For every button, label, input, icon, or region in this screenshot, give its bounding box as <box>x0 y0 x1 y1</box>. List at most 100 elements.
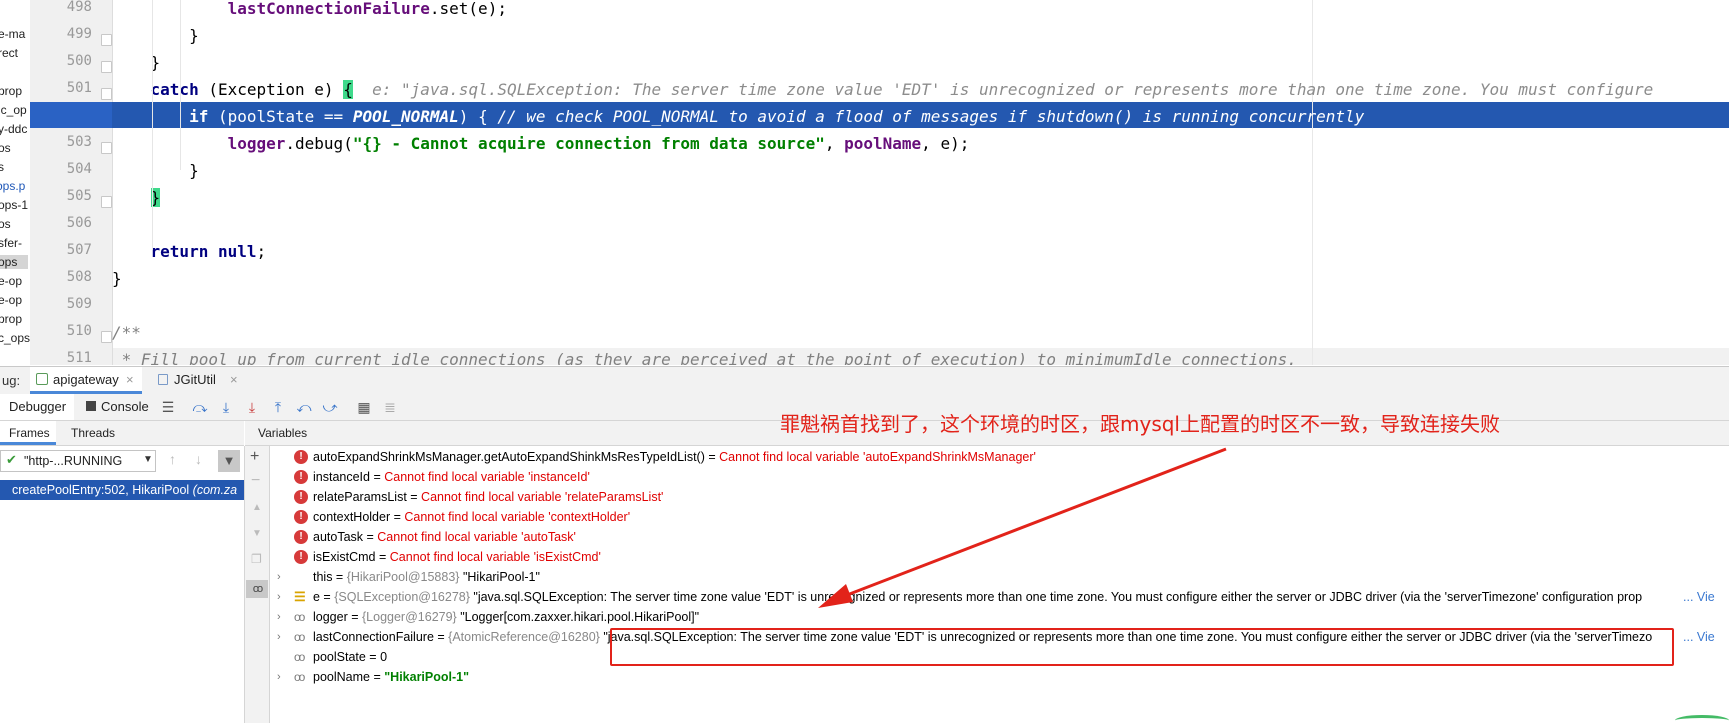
line-number: 510 <box>66 323 92 339</box>
variable-ref: {AtomicReference@16280} <box>448 630 604 644</box>
fold-icon[interactable] <box>101 34 112 46</box>
variable-text: this = {HikariPool@15883} "HikariPool-1" <box>313 567 540 587</box>
code-token: .set(e); <box>429 0 507 18</box>
chevron-down-icon: ▼ <box>143 454 153 465</box>
step-out-icon[interactable]: ⤒ <box>270 399 286 415</box>
show-watches-icon[interactable]: oo <box>246 580 268 598</box>
view-link[interactable]: ... Vie <box>1677 587 1715 607</box>
tab-debugger[interactable]: Debugger <box>0 394 74 420</box>
tree-item[interactable]: ops.p <box>0 179 25 193</box>
tab-console[interactable]: Console <box>84 394 158 420</box>
run-to-cursor-icon[interactable]: ⤻ <box>322 399 338 415</box>
code-token: /** <box>112 323 141 342</box>
menu-icon[interactable]: ☰ <box>160 399 176 415</box>
error-icon: ! <box>294 510 308 524</box>
code-token: } <box>112 26 199 45</box>
variable-ref: {Logger@16279} <box>362 610 461 624</box>
filter-icon[interactable]: ▼ <box>218 450 240 472</box>
code-token: { <box>343 80 353 99</box>
fold-icon[interactable] <box>101 331 112 343</box>
code-token: // we check POOL_NORMAL to avoid a flood… <box>497 107 1365 126</box>
add-watch-icon[interactable]: + <box>250 448 259 466</box>
frames-header: Frames Threads <box>0 421 244 446</box>
tree-item[interactable]: ops-1 <box>0 198 28 212</box>
expand-arrow-icon[interactable]: › <box>277 627 281 647</box>
arrow-up-icon[interactable]: ↑ <box>169 451 176 467</box>
tab-frames[interactable]: Frames <box>0 421 56 445</box>
evaluate-expression-icon[interactable]: ▦ <box>356 399 372 415</box>
remove-watch-icon[interactable]: − <box>251 472 260 490</box>
tree-item[interactable]: y-ddc <box>0 122 27 136</box>
drop-frame-icon[interactable]: ⤺ <box>296 399 312 415</box>
variable-equals: = <box>406 490 422 504</box>
tab-jgitutil[interactable]: JGitUtil × <box>152 367 252 394</box>
tree-item[interactable]: prop <box>0 312 22 326</box>
variable-name: this <box>313 570 333 584</box>
force-step-into-icon[interactable]: ⤓ <box>244 399 260 415</box>
code-token: "{} - Cannot acquire connection from dat… <box>352 134 825 153</box>
variable-name: e <box>313 590 320 604</box>
tree-item[interactable]: sfer- <box>0 236 22 250</box>
step-over-icon[interactable]: ⤼ <box>192 399 208 415</box>
variable-value: Cannot find local variable 'autoExpandSh… <box>719 450 1036 464</box>
line-number: 507 <box>66 242 92 258</box>
move-down-icon[interactable]: ▼ <box>252 528 262 539</box>
expand-arrow-icon[interactable]: › <box>277 587 281 607</box>
expand-arrow-icon[interactable]: › <box>277 667 281 687</box>
tree-item[interactable]: os <box>0 217 11 231</box>
code-line: return null; <box>112 238 267 265</box>
variable-text: contextHolder = Cannot find local variab… <box>313 507 630 527</box>
line-number: 505 <box>66 188 92 204</box>
view-link[interactable]: ... Vie <box>1677 627 1715 647</box>
fold-icon[interactable] <box>101 142 112 154</box>
code-token: * Fill pool up from current idle connect… <box>112 350 1297 365</box>
trace-icon[interactable]: ≣ <box>382 399 398 415</box>
tab-apigateway[interactable]: apigateway × <box>30 367 142 394</box>
threads-label: Threads <box>71 426 116 440</box>
fold-icon[interactable] <box>101 196 112 208</box>
tree-item[interactable]: prop <box>0 84 22 98</box>
move-up-icon[interactable]: ▲ <box>252 502 262 513</box>
tree-item[interactable]: c_ops <box>0 331 30 345</box>
fold-icon[interactable] <box>101 88 112 100</box>
tree-item[interactable]: e-op <box>0 293 22 307</box>
step-into-icon[interactable]: ⤓ <box>218 399 234 415</box>
close-icon[interactable]: × <box>126 372 134 387</box>
close-icon[interactable]: × <box>230 372 238 387</box>
variable-text: poolName = "HikariPool-1" <box>313 667 469 687</box>
code-token: catch <box>150 80 199 99</box>
tree-item[interactable]: os <box>0 141 11 155</box>
annotation-note: 罪魁祸首找到了，这个环境的时区，跟mysql上配置的时区不一致，导致连接失败 <box>780 412 1500 436</box>
tree-item[interactable]: e-ma <box>0 27 25 41</box>
variable-name: lastConnectionFailure <box>313 630 434 644</box>
code-token: return <box>150 242 209 261</box>
copy-icon[interactable]: ❐ <box>251 552 262 566</box>
tab-threads[interactable]: Threads <box>62 421 122 445</box>
code-line: } <box>112 22 199 49</box>
tree-item[interactable]: ops <box>0 255 28 269</box>
tab-label: JGitUtil <box>174 372 216 387</box>
expand-arrow-icon[interactable]: › <box>277 567 281 587</box>
arrow-down-icon[interactable]: ↓ <box>195 451 202 467</box>
frames-label: Frames <box>9 426 50 440</box>
code-token: null <box>217 242 257 261</box>
tree-item[interactable]: s <box>0 160 4 174</box>
line-number: 503 <box>66 134 92 150</box>
tree-item[interactable]: lc_op <box>0 103 27 117</box>
thread-selector[interactable]: ✔ "http-...RUNNING ▼ <box>0 450 156 472</box>
line-number: 500 <box>66 53 92 69</box>
tree-item[interactable]: e-op <box>0 274 22 288</box>
line-number: 498 <box>66 0 92 15</box>
selected-frame[interactable]: createPoolEntry:502, HikariPool (com.za <box>0 480 244 500</box>
variable-equals: = <box>390 510 405 524</box>
code-token: ) { <box>458 107 498 126</box>
code-editor[interactable]: lastConnectionFailure.set(e); } } catch … <box>112 0 1729 365</box>
blank-icon <box>294 570 308 584</box>
code-token: } <box>112 161 199 180</box>
code-line: } <box>112 265 122 292</box>
tree-item[interactable]: rect <box>0 46 18 60</box>
expand-arrow-icon[interactable]: › <box>277 607 281 627</box>
fold-icon[interactable] <box>101 61 112 73</box>
